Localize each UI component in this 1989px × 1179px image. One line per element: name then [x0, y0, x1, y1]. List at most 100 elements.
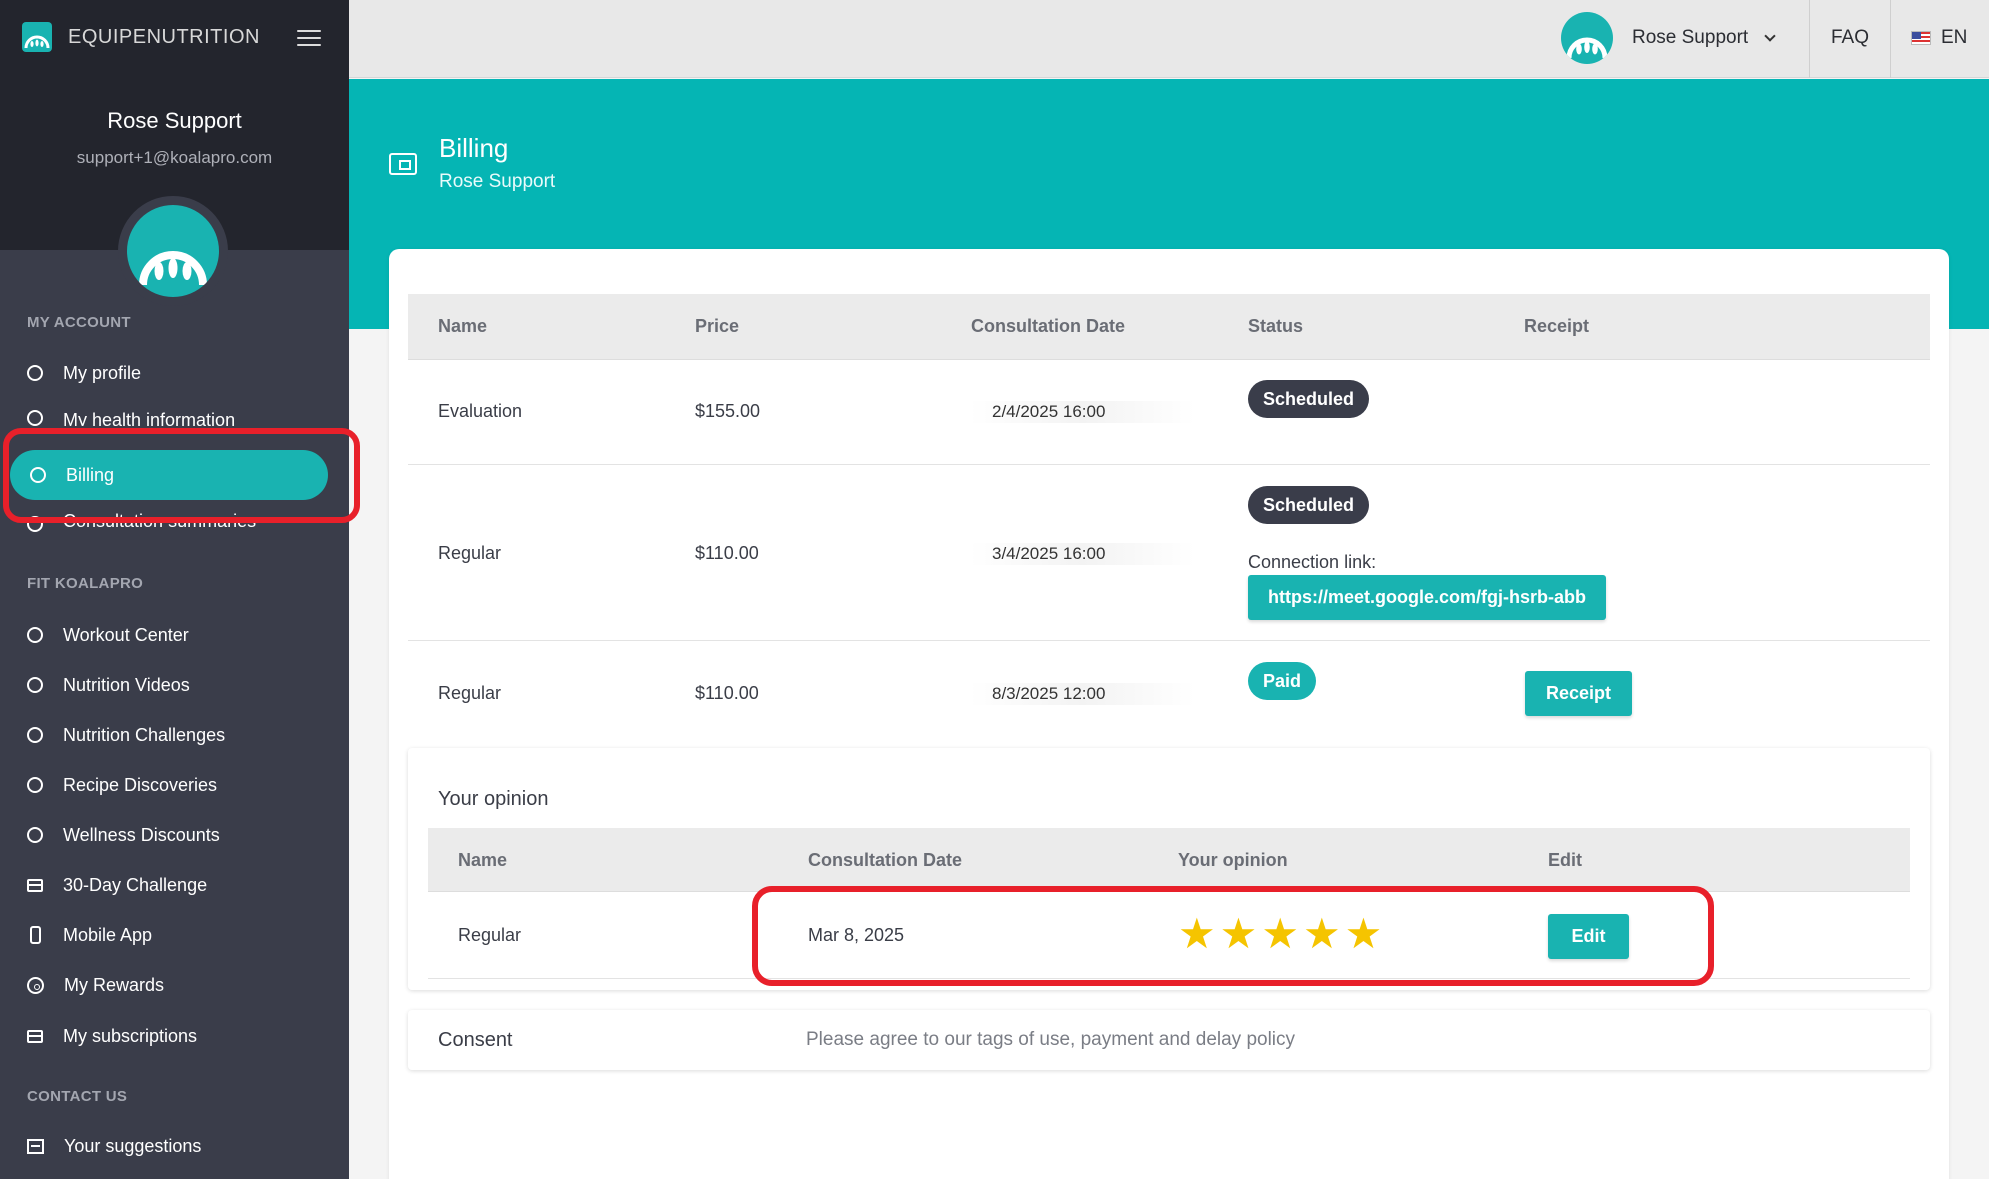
language-label: EN	[1941, 27, 1968, 48]
rewards-icon	[27, 976, 44, 994]
wallet-icon	[389, 153, 417, 175]
sidebar-item-mobile-app[interactable]: Mobile App	[27, 920, 152, 950]
sidebar-item-billing[interactable]: Billing	[10, 450, 328, 500]
sidebar-item-label: My subscriptions	[63, 1025, 198, 1046]
circle-icon	[27, 677, 43, 693]
consent-label: Consent	[438, 1029, 513, 1051]
opinion-table-header: Name Consultation Date Your opinion Edit	[428, 828, 1910, 892]
opinion-panel: Your opinion Name Consultation Date Your…	[408, 748, 1930, 990]
faq-link[interactable]: FAQ	[1831, 27, 1869, 49]
menu-icon[interactable]	[297, 30, 321, 46]
sidebar-item-label: My health information	[63, 410, 236, 426]
connection-link-button[interactable]: https://meet.google.com/fgj-hsrb-abb	[1248, 575, 1606, 620]
circle-icon	[27, 777, 43, 793]
opinion-row-name: Regular	[458, 925, 522, 945]
star-icon: ★	[1302, 910, 1341, 957]
row-price: $110.00	[695, 543, 759, 563]
sidebar-item-wellness-discounts[interactable]: Wellness Discounts	[27, 820, 220, 850]
sidebar-item-30-day-challenge[interactable]: 30-Day Challenge	[27, 870, 207, 900]
sidebar-item-recipe-discoveries[interactable]: Recipe Discoveries	[27, 770, 217, 800]
brand-name: EQUIPENUTRITION	[68, 25, 260, 48]
column-header: Consultation Date	[971, 316, 1126, 336]
chevron-down-icon	[1764, 30, 1776, 42]
sidebar-item-label: Billing	[66, 464, 115, 485]
sidebar-avatar	[118, 196, 228, 306]
language-selector[interactable]: EN	[1911, 27, 1967, 49]
circle-icon	[27, 516, 43, 532]
row-name: Regular	[438, 683, 502, 703]
row-name: Regular	[438, 543, 502, 563]
column-header: Your opinion	[1178, 850, 1288, 870]
sidebar: EQUIPENUTRITION Rose Support support+1@k…	[0, 0, 349, 1179]
column-header: Receipt	[1524, 316, 1590, 336]
circle-icon	[27, 627, 43, 643]
column-header: Status	[1248, 316, 1304, 336]
row-date: 2/4/2025 16:00	[970, 401, 1195, 423]
sidebar-item-nutrition-challenges[interactable]: Nutrition Challenges	[27, 720, 225, 750]
row-price: $110.00	[695, 683, 759, 703]
sidebar-item-label: Wellness Discounts	[63, 824, 220, 845]
circle-icon	[27, 365, 43, 381]
column-header: Consultation Date	[808, 850, 963, 870]
sidebar-item-consultation-summaries[interactable]: Consultation summaries	[27, 512, 256, 534]
circle-icon	[27, 410, 43, 426]
star-icon: ★	[1261, 910, 1299, 957]
consent-panel[interactable]: Consent Please agree to our tags of use,…	[408, 1010, 1930, 1070]
brand[interactable]: EQUIPENUTRITION	[22, 22, 260, 52]
sidebar-item-label: Consultation summaries	[63, 512, 257, 531]
section-contact-us: CONTACT US	[27, 1088, 128, 1105]
section-my-account: MY ACCOUNT	[27, 314, 131, 331]
divider	[1890, 0, 1891, 78]
sidebar-item-my-profile[interactable]: My profile	[27, 358, 141, 388]
sidebar-item-label: My profile	[63, 362, 142, 383]
row-divider	[428, 978, 1910, 979]
sidebar-item-label: My Rewards	[64, 974, 165, 995]
receipt-button[interactable]: Receipt	[1525, 671, 1632, 716]
consent-text: Please agree to our tags of use, payment…	[806, 1029, 1296, 1050]
sidebar-item-label: Mobile App	[63, 924, 153, 945]
calendar-icon	[27, 878, 43, 892]
sidebar-user-email: support+1@koalapro.com	[76, 148, 273, 167]
sidebar-item-nutrition-videos[interactable]: Nutrition Videos	[27, 670, 190, 700]
sidebar-item-label: Nutrition Videos	[63, 674, 190, 695]
sidebar-item-label: Recipe Discoveries	[63, 774, 218, 795]
sidebar-item-your-suggestions[interactable]: Your suggestions	[27, 1131, 201, 1161]
edit-opinion-button[interactable]: Edit	[1548, 914, 1629, 959]
star-rating: ★ ★ ★ ★ ★	[1178, 913, 1382, 955]
calendar-icon	[27, 1029, 43, 1043]
topbar-avatar[interactable]	[1561, 12, 1613, 64]
sidebar-item-label: Nutrition Challenges	[63, 724, 226, 745]
column-header: Name	[438, 316, 488, 336]
sidebar-item-my-subscriptions[interactable]: My subscriptions	[27, 1021, 197, 1051]
avatar	[127, 205, 219, 297]
sidebar-item-my-rewards[interactable]: My Rewards	[27, 970, 164, 1000]
phone-icon	[30, 926, 41, 944]
column-header: Edit	[1548, 850, 1582, 870]
us-flag-icon	[1911, 31, 1931, 45]
status-badge: Scheduled	[1248, 380, 1370, 418]
circle-icon	[27, 727, 43, 743]
row-divider	[408, 640, 1930, 641]
status-badge: Scheduled	[1248, 486, 1370, 524]
user-menu[interactable]: Rose Support	[1632, 27, 1776, 49]
circle-icon	[30, 467, 46, 483]
sidebar-item-label: Workout Center	[63, 624, 189, 645]
suggestion-icon	[27, 1138, 44, 1154]
sidebar-item-health-information[interactable]: My health information	[27, 406, 235, 426]
column-header: Price	[695, 316, 740, 336]
star-icon: ★	[1344, 910, 1383, 957]
sidebar-item-workout-center[interactable]: Workout Center	[27, 620, 189, 650]
sidebar-item-label: Your suggestions	[64, 1135, 202, 1156]
section-fit-koalapro: FIT KOALAPRO	[27, 575, 144, 592]
top-bar: Rose Support FAQ EN	[349, 0, 1989, 78]
divider	[1809, 0, 1810, 78]
column-header: Name	[458, 850, 508, 870]
row-price: $155.00	[695, 401, 761, 421]
opinion-title: Your opinion	[438, 788, 549, 810]
row-date: 8/3/2025 12:00	[970, 683, 1195, 705]
user-menu-name: Rose Support	[1632, 27, 1749, 48]
page-subtitle: Rose Support	[439, 171, 556, 192]
brand-logo-icon	[22, 22, 52, 52]
row-date: 3/4/2025 16:00	[970, 543, 1195, 565]
status-badge: Paid	[1248, 662, 1317, 700]
